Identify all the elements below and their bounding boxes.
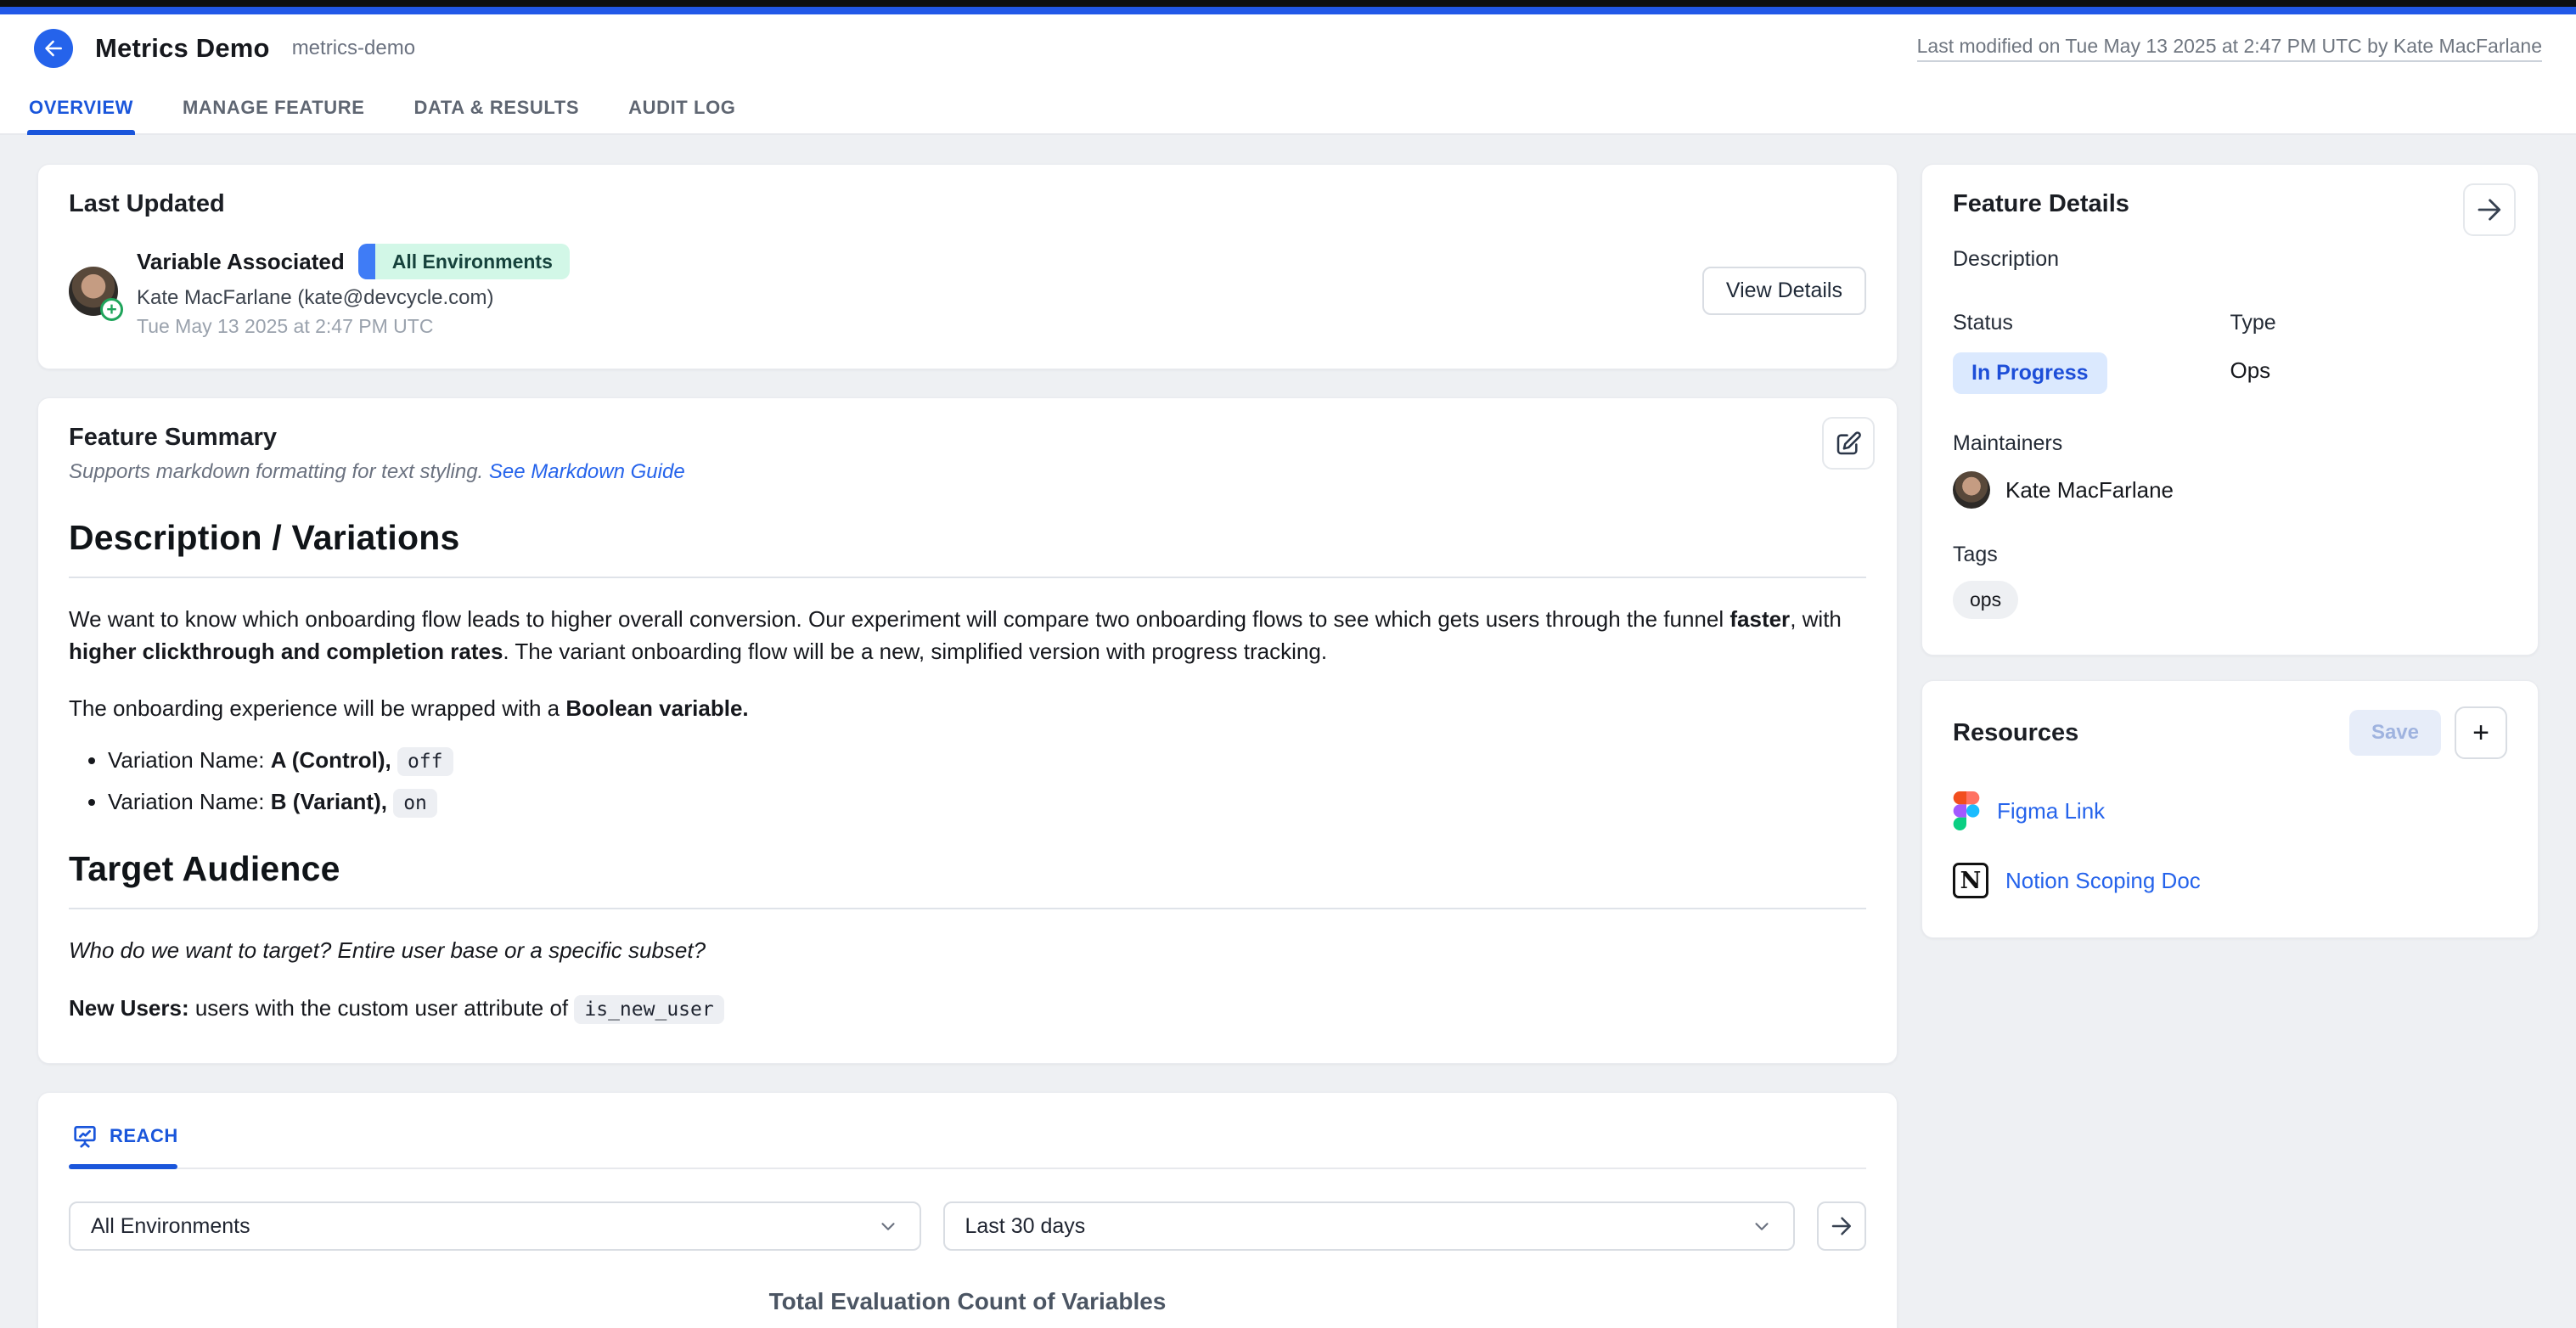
notion-icon: N [1953, 863, 1988, 898]
feature-tabbar: OVERVIEW MANAGE FEATURE DATA & RESULTS A… [0, 82, 2576, 135]
brand-accent-bar [0, 7, 2576, 14]
variation-item-variant: Variation Name: B (Variant), on [108, 789, 1866, 815]
environment-badge: All Environments [358, 244, 570, 279]
markdown-hint: Supports markdown formatting for text st… [69, 460, 1866, 484]
maintainer-avatar [1953, 471, 1990, 509]
section-heading-target-audience: Target Audience [69, 849, 1866, 889]
arrow-right-icon [1829, 1213, 1854, 1239]
feature-summary-heading: Feature Summary [69, 424, 1866, 452]
tab-data-results[interactable]: DATA & RESULTS [413, 82, 582, 133]
chart-title: Total Evaluation Count of Variables [69, 1288, 1866, 1315]
feature-key: metrics-demo [292, 37, 415, 60]
variation-value-code: on [393, 789, 437, 818]
presentation-chart-icon [70, 1122, 99, 1151]
new-users-paragraph: New Users: users with the custom user at… [69, 993, 1866, 1025]
chevron-down-icon [1751, 1215, 1773, 1237]
resource-item-figma: Figma Link [1953, 791, 2507, 830]
tab-audit-log[interactable]: AUDIT LOG [627, 82, 737, 133]
resources-heading: Resources [1953, 719, 2078, 747]
open-feature-details-button[interactable] [2463, 183, 2516, 236]
feature-details-card: Feature Details Description Status In Pr… [1921, 164, 2539, 656]
variation-list: Variation Name: A (Control), off Variati… [69, 747, 1866, 815]
section-heading-description-variations: Description / Variations [69, 518, 1866, 558]
markdown-guide-link[interactable]: See Markdown Guide [489, 460, 685, 483]
tags-label: Tags [1953, 543, 2507, 567]
audit-event-timestamp: Tue May 13 2025 at 2:47 PM UTC [137, 315, 570, 338]
section-divider [69, 908, 1866, 909]
markdown-body: Description / Variations We want to know… [69, 518, 1866, 1024]
notion-link[interactable]: Notion Scoping Doc [2005, 868, 2201, 894]
date-range-select[interactable]: Last 30 days [943, 1201, 1796, 1251]
type-value: Ops [2230, 357, 2508, 384]
maintainer-row: Kate MacFarlane [1953, 471, 2507, 509]
chevron-down-icon [877, 1215, 899, 1237]
variation-item-control: Variation Name: A (Control), off [108, 747, 1866, 774]
audit-event-user: Kate MacFarlane (kate@devcycle.com) [137, 286, 570, 310]
description-label: Description [1953, 247, 2507, 272]
tag-chip: ops [1953, 581, 2018, 619]
environment-select[interactable]: All Environments [69, 1201, 921, 1251]
maintainers-label: Maintainers [1953, 431, 2507, 456]
arrow-right-icon [2474, 194, 2505, 225]
feature-summary-card: Feature Summary Supports markdown format… [37, 397, 1898, 1064]
type-label: Type [2230, 311, 2508, 335]
audit-event-title: Variable Associated [137, 249, 345, 275]
tab-reach[interactable]: REACH [69, 1117, 180, 1168]
variable-added-badge-icon: + [100, 298, 123, 321]
environment-badge-accent [358, 244, 375, 279]
description-paragraph: We want to know which onboarding flow le… [69, 604, 1866, 667]
attribute-code: is_new_user [574, 995, 723, 1024]
figma-link[interactable]: Figma Link [1997, 798, 2105, 824]
resources-card: Resources Save + Figma Link N Notion Sco… [1921, 680, 2539, 938]
maintainer-name: Kate MacFarlane [2005, 477, 2174, 504]
target-question: Who do we want to target? Entire user ba… [69, 935, 1866, 967]
variation-value-code: off [397, 747, 453, 776]
browser-top-strip [0, 0, 2576, 7]
last-updated-heading: Last Updated [69, 190, 1866, 218]
arrow-left-icon [42, 37, 65, 59]
edit-pencil-icon [1833, 428, 1864, 459]
section-divider [69, 577, 1866, 578]
save-resources-button[interactable]: Save [2349, 710, 2441, 756]
avatar: + [69, 267, 118, 316]
apply-filters-button[interactable] [1817, 1201, 1866, 1251]
back-button[interactable] [34, 29, 73, 68]
page-header: Metrics Demo metrics-demo Last modified … [0, 14, 2576, 82]
tab-manage-feature[interactable]: MANAGE FEATURE [181, 82, 367, 133]
status-label: Status [1953, 311, 2230, 335]
add-resource-button[interactable]: + [2455, 706, 2507, 759]
reach-tabbar: REACH [69, 1117, 1866, 1169]
status-badge: In Progress [1953, 352, 2107, 394]
feature-details-heading: Feature Details [1953, 190, 2507, 218]
reach-card: REACH All Environments Last 30 days Tota… [37, 1092, 1898, 1328]
page-title: Metrics Demo [95, 33, 270, 64]
last-updated-card: Last Updated + Variable Associated All E… [37, 164, 1898, 369]
tab-overview[interactable]: OVERVIEW [27, 82, 135, 133]
figma-icon [1953, 791, 1980, 830]
edit-summary-button[interactable] [1822, 417, 1875, 470]
view-details-button[interactable]: View Details [1702, 267, 1866, 315]
resource-item-notion: N Notion Scoping Doc [1953, 863, 2507, 898]
variable-paragraph: The onboarding experience will be wrappe… [69, 693, 1866, 725]
last-modified-text: Last modified on Tue May 13 2025 at 2:47… [1917, 35, 2542, 62]
